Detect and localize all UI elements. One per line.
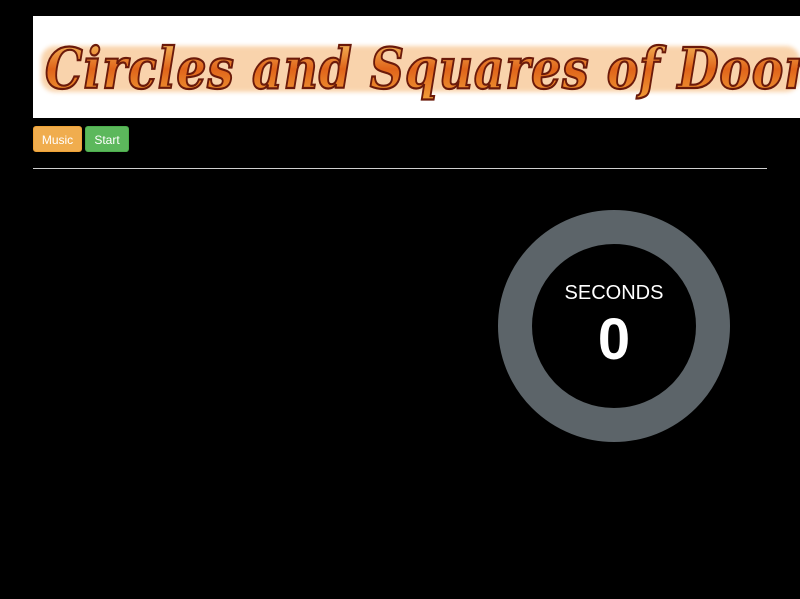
music-button[interactable]: Music — [33, 126, 82, 152]
timer-label: SECONDS — [564, 282, 664, 304]
game-logo: Circles and Squares of Doom — [41, 35, 800, 103]
svg-text:Circles and Squares of Doom: Circles and Squares of Doom — [45, 36, 800, 102]
start-button[interactable]: Start — [85, 126, 129, 152]
divider — [33, 168, 767, 169]
seconds-timer: SECONDS 0 — [498, 210, 730, 442]
timer-value: 0 — [597, 307, 631, 372]
game-logo-banner: Circles and Squares of Doom — [33, 16, 800, 118]
